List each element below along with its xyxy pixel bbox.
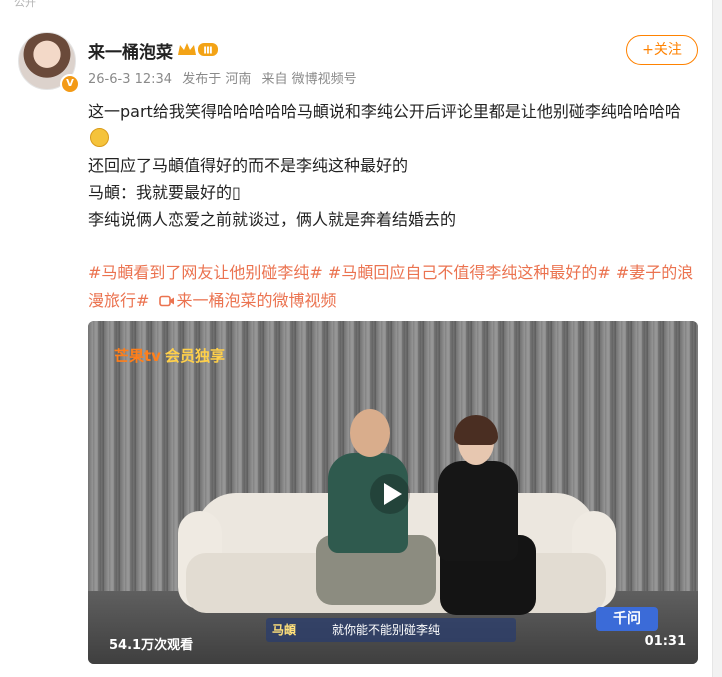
play-icon[interactable] xyxy=(369,473,411,515)
topic-tag[interactable]: #马頔看到了网友让他别碰李纯# xyxy=(88,263,323,282)
verified-badge-icon: V xyxy=(60,74,80,94)
follow-button[interactable]: +关注 xyxy=(626,35,698,65)
subtitle-speaker: 马頔 xyxy=(272,623,297,637)
woman-figure xyxy=(438,461,518,561)
post-line-1: 这一part给我笑得哈哈哈哈哈马頔说和李纯公开后评论里都是让他别碰李纯哈哈哈哈 xyxy=(88,98,698,152)
video-link[interactable]: 来一桶泡菜的微博视频 xyxy=(177,291,337,310)
header-strip: 公开 xyxy=(14,0,36,9)
qianwen-watermark: 千问 xyxy=(596,607,658,631)
post-source: 来自 微博视频号 xyxy=(261,72,357,87)
post-location: 发布于 河南 xyxy=(182,72,252,87)
post-line-4: 李纯说俩人恋爱之前就谈过，俩人就是奔着结婚去的 xyxy=(88,210,457,229)
subtitle-text: 就你能不能别碰李纯 xyxy=(332,623,441,637)
username[interactable]: 来一桶泡菜 xyxy=(88,38,173,63)
post-time[interactable]: 26-6-3 12:34 xyxy=(88,72,172,87)
view-count: 54.1万次观看 xyxy=(109,638,194,653)
mango-tv-logo: 芒果tv 会员独享 xyxy=(114,347,225,365)
video-duration: 01:31 xyxy=(644,634,686,649)
post-meta: 26-6-3 12:34 发布于 河南 来自 微博视频号 xyxy=(88,68,363,87)
topic-tags: #马頔看到了网友让他别碰李纯# #马頔回应自己不值得李纯这种最好的# #妻子的浪… xyxy=(88,259,700,315)
video-camera-icon xyxy=(158,295,174,307)
missing-glyph-icon: ▯ xyxy=(232,183,241,202)
weibo-post-card: 公开 V 来一桶泡菜 Ⅲ 26-6-3 12:34 发布于 河南 来自 微博视频… xyxy=(0,0,713,677)
laugh-cry-emoji-icon xyxy=(90,128,109,147)
post-body: 这一part给我笑得哈哈哈哈哈马頔说和李纯公开后评论里都是让他别碰李纯哈哈哈哈 … xyxy=(88,98,698,233)
level-badge-text: Ⅲ xyxy=(203,46,212,57)
topic-tag[interactable]: #马頔回应自己不值得李纯这种最好的# xyxy=(328,263,611,282)
post-line-3: 马頔：我就要最好的▯ xyxy=(88,183,241,202)
post-line-2: 还回应了马頔值得好的而不是李纯这种最好的 xyxy=(88,156,409,175)
member-crown-icon: Ⅲ xyxy=(178,43,218,57)
video-player[interactable]: 芒果tv 会员独享 马頔 就你能不能别碰李纯 千问 54.1万次观看 01:31 xyxy=(88,321,698,664)
man-figure-head xyxy=(350,409,390,457)
